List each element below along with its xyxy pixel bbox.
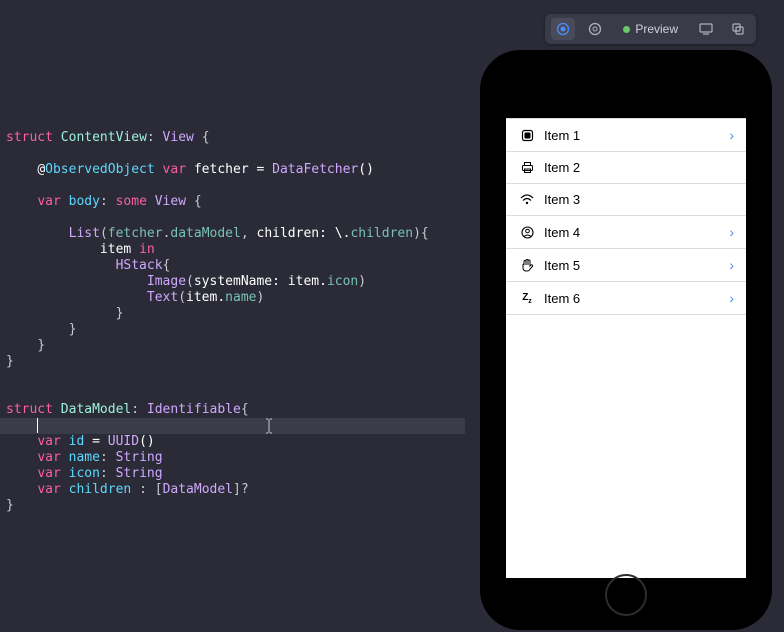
preview-toolbar: Preview: [545, 14, 756, 44]
type-datafetcher: DataFetcher: [272, 162, 358, 177]
chevron-right-icon: ›: [729, 290, 734, 306]
prop-body: body: [69, 194, 100, 209]
list-item-label: Item 3: [544, 192, 734, 207]
phone-frame: Item 1›Item 2Item 3Item 4›Item 5›ZzItem …: [480, 50, 772, 630]
phone-screen: Item 1›Item 2Item 3Item 4›Item 5›ZzItem …: [506, 118, 746, 578]
code-editor[interactable]: struct ContentView: View { @ObservedObje…: [0, 0, 465, 632]
preview-button[interactable]: Preview: [615, 22, 686, 36]
zzz-icon: Zz: [518, 292, 536, 305]
var-fetcher: fetcher: [194, 162, 249, 177]
preview-label: Preview: [635, 22, 678, 36]
hand-icon: [518, 258, 536, 272]
type-contentview: ContentView: [61, 130, 147, 145]
list-item[interactable]: Item 4›: [506, 216, 746, 249]
list-view: Item 1›Item 2Item 3Item 4›Item 5›ZzItem …: [506, 118, 746, 315]
type-text: Text: [147, 290, 178, 305]
chevron-right-icon: ›: [729, 127, 734, 143]
list-item-label: Item 4: [544, 225, 729, 240]
type-identifiable: Identifiable: [147, 402, 241, 417]
type-view: View: [163, 130, 194, 145]
type-list: List: [69, 226, 100, 241]
attr-observed: ObservedObject: [45, 162, 155, 177]
list-item-label: Item 5: [544, 258, 729, 273]
list-item[interactable]: Item 3: [506, 184, 746, 216]
list-item[interactable]: Item 5›: [506, 249, 746, 282]
list-item[interactable]: Zz Item 6›: [506, 282, 746, 315]
wifi-icon: [518, 193, 536, 206]
list-item-label: Item 2: [544, 160, 734, 175]
list-item[interactable]: Item 1›: [506, 118, 746, 152]
list-item[interactable]: Item 2: [506, 152, 746, 184]
status-dot-icon: [623, 26, 630, 33]
type-image: Image: [147, 274, 186, 289]
person-circle-icon: [518, 226, 536, 239]
printer-icon: [518, 161, 536, 174]
type-datamodel: DataModel: [61, 402, 131, 417]
preview-pane: Preview Item 1›Item 2Item 3Item 4›Item 5…: [465, 0, 784, 632]
chevron-right-icon: ›: [729, 257, 734, 273]
duplicate-button[interactable]: [726, 18, 750, 40]
list-item-label: Item 6: [544, 291, 729, 306]
device-button[interactable]: [694, 18, 718, 40]
square-fill-icon: [518, 129, 536, 142]
kw-struct: struct: [6, 130, 53, 145]
chevron-right-icon: ›: [729, 224, 734, 240]
home-button-icon: [605, 574, 647, 616]
type-hstack: HStack: [116, 258, 163, 273]
list-item-label: Item 1: [544, 128, 729, 143]
canvas-mode-button[interactable]: [551, 18, 575, 40]
selectable-mode-button[interactable]: [583, 18, 607, 40]
